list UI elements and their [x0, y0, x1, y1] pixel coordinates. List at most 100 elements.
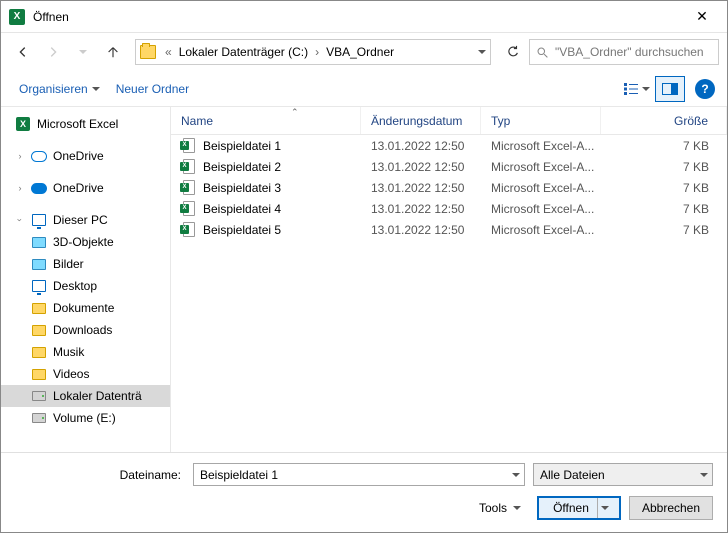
sidebar[interactable]: X Microsoft Excel › OneDrive › OneDrive … — [1, 107, 171, 452]
breadcrumb-folder[interactable]: VBA_Ordner — [322, 45, 398, 59]
new-folder-button[interactable]: Neuer Ordner — [110, 78, 195, 100]
file-date: 13.01.2022 12:50 — [361, 139, 481, 153]
file-date: 13.01.2022 12:50 — [361, 160, 481, 174]
breadcrumb-history[interactable]: « — [162, 45, 175, 59]
file-type: Microsoft Excel-A... — [481, 181, 601, 195]
desktop-icon — [32, 280, 46, 292]
chevron-down-icon[interactable] — [700, 473, 708, 477]
sidebar-item-documents[interactable]: Dokumente — [1, 297, 170, 319]
chevron-down-icon[interactable] — [512, 473, 520, 477]
search-icon — [536, 46, 549, 59]
sort-indicator-icon: ⌃ — [291, 107, 299, 118]
folder-icon — [32, 325, 46, 336]
file-name: Beispieldatei 3 — [203, 181, 281, 195]
file-size: 7 KB — [601, 139, 727, 153]
file-name: Beispieldatei 1 — [203, 139, 281, 153]
column-header-name[interactable]: Name — [171, 107, 361, 134]
chevron-down-icon — [513, 506, 521, 510]
excel-icon: X — [16, 117, 30, 131]
nav-forward-button[interactable] — [39, 38, 67, 66]
file-row[interactable]: X Beispieldatei 2 13.01.2022 12:50Microsof… — [171, 156, 727, 177]
column-header-date[interactable]: Änderungsdatum — [361, 107, 481, 134]
sidebar-item-downloads[interactable]: Downloads — [1, 319, 170, 341]
search-placeholder: "VBA_Ordner" durchsuchen — [555, 45, 704, 59]
file-list: ⌃ Name Änderungsdatum Typ Größe X Beispie… — [171, 107, 727, 452]
column-header-size[interactable]: Größe — [601, 107, 727, 134]
excel-file-icon: X — [181, 180, 197, 196]
open-button[interactable]: Öffnen — [537, 496, 621, 520]
file-date: 13.01.2022 12:50 — [361, 202, 481, 216]
cancel-button[interactable]: Abbrechen — [629, 496, 713, 520]
cloud-icon — [31, 151, 47, 162]
view-mode-button[interactable] — [621, 76, 651, 102]
excel-file-icon: X — [181, 201, 197, 217]
sidebar-item-desktop[interactable]: Desktop — [1, 275, 170, 297]
folder-icon — [140, 45, 156, 59]
file-list-body[interactable]: XBeispieldatei 113.01.2022 12:50Microsof… — [171, 135, 727, 452]
file-row[interactable]: XBeispieldatei 313.01.2022 12:50Microsof… — [171, 177, 727, 198]
file-type: Microsoft Excel-A... — [481, 139, 601, 153]
nav-recent-dropdown[interactable] — [69, 38, 97, 66]
filename-input[interactable]: Beispieldatei 1 — [193, 463, 525, 486]
file-row[interactable]: X Beispieldatei 1 13.01.2022 12:50Microsof… — [171, 135, 727, 156]
chevron-right-icon: › — [312, 45, 322, 59]
sidebar-item-3d[interactable]: 3D-Objekte — [1, 231, 170, 253]
file-type: Microsoft Excel-A... — [481, 160, 601, 174]
organize-button[interactable]: Organisieren — [13, 78, 106, 100]
excel-file-icon: X — [181, 138, 197, 154]
nav-back-button[interactable] — [9, 38, 37, 66]
nav-up-button[interactable] — [99, 38, 127, 66]
sidebar-item-onedrive-1[interactable]: › OneDrive — [1, 145, 170, 167]
drive-icon — [32, 391, 46, 401]
file-row[interactable]: XBeispieldatei 513.01.2022 12:50Microsof… — [171, 219, 727, 240]
file-size: 7 KB — [601, 160, 727, 174]
sidebar-item-localdisk[interactable]: Lokaler Datenträ — [1, 385, 170, 407]
refresh-button[interactable] — [499, 38, 527, 66]
sidebar-item-pictures[interactable]: Bilder — [1, 253, 170, 275]
column-headers: ⌃ Name Änderungsdatum Typ Größe — [171, 107, 727, 135]
address-dropdown[interactable] — [478, 50, 486, 54]
expand-icon[interactable]: › — [15, 151, 25, 161]
filename-label: Dateiname: — [15, 468, 185, 482]
titlebar: X Öffnen ✕ — [1, 1, 727, 33]
folder-icon — [32, 237, 46, 248]
open-split-dropdown[interactable] — [597, 498, 613, 518]
expand-icon[interactable]: › — [15, 183, 25, 193]
excel-file-icon: X — [181, 159, 197, 175]
drive-icon — [32, 413, 46, 423]
help-button[interactable]: ? — [695, 79, 715, 99]
address-bar[interactable]: « Lokaler Datenträger (C:) › VBA_Ordner — [135, 39, 491, 65]
file-size: 7 KB — [601, 223, 727, 237]
folder-icon — [32, 259, 46, 270]
file-name: Beispieldatei 4 — [203, 202, 281, 216]
sidebar-item-onedrive-2[interactable]: › OneDrive — [1, 177, 170, 199]
navbar: « Lokaler Datenträger (C:) › VBA_Ordner … — [1, 33, 727, 71]
excel-app-icon: X — [9, 9, 25, 25]
file-size: 7 KB — [601, 202, 727, 216]
file-name: Beispieldatei 2 — [203, 160, 281, 174]
file-name: Beispieldatei 5 — [203, 223, 281, 237]
breadcrumb-drive[interactable]: Lokaler Datenträger (C:) — [175, 45, 312, 59]
folder-icon — [32, 303, 46, 314]
bottom-panel: Dateiname: Beispieldatei 1 Alle Dateien … — [1, 452, 727, 532]
sidebar-item-excel[interactable]: X Microsoft Excel — [1, 113, 170, 135]
sidebar-item-thispc[interactable]: › Dieser PC — [1, 209, 170, 231]
tools-button[interactable]: Tools — [471, 497, 529, 519]
main-area: X Microsoft Excel › OneDrive › OneDrive … — [1, 107, 727, 452]
file-type-filter[interactable]: Alle Dateien — [533, 463, 713, 486]
chevron-down-icon — [642, 87, 650, 91]
sidebar-item-music[interactable]: Musik — [1, 341, 170, 363]
file-date: 13.01.2022 12:50 — [361, 223, 481, 237]
file-type: Microsoft Excel-A... — [481, 202, 601, 216]
toolbar: Organisieren Neuer Ordner ? — [1, 71, 727, 107]
file-type: Microsoft Excel-A... — [481, 223, 601, 237]
sidebar-item-videos[interactable]: Videos — [1, 363, 170, 385]
file-row[interactable]: X Beispieldatei 4 13.01.2022 12:50Microsof… — [171, 198, 727, 219]
preview-pane-button[interactable] — [655, 76, 685, 102]
column-header-type[interactable]: Typ — [481, 107, 601, 134]
collapse-icon[interactable]: › — [15, 215, 25, 225]
close-button[interactable]: ✕ — [679, 2, 725, 32]
search-input[interactable]: "VBA_Ordner" durchsuchen — [529, 39, 719, 65]
folder-icon — [32, 347, 46, 358]
sidebar-item-volume-e[interactable]: Volume (E:) — [1, 407, 170, 429]
